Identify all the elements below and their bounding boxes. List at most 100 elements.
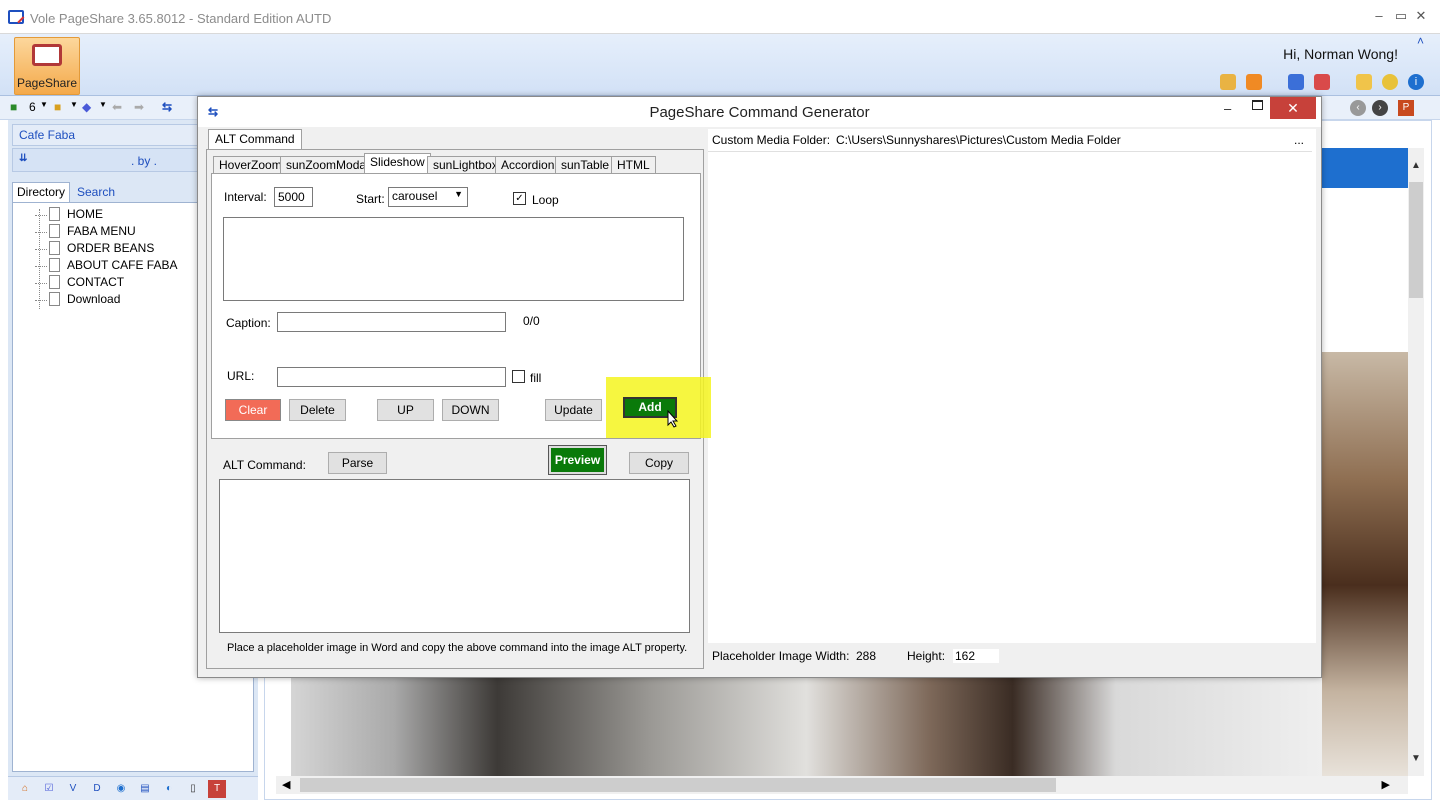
caption-input[interactable] bbox=[277, 312, 506, 332]
tab-search[interactable]: Search bbox=[72, 182, 121, 202]
expand-chevron-icon[interactable]: ⇊ bbox=[19, 153, 27, 164]
chevron-down-icon[interactable]: ▼ bbox=[70, 100, 78, 109]
bottom-toolbar: ⌂ ☑ V D ◉ ▤ ◐ ▯ T bbox=[8, 776, 258, 800]
highway-icon[interactable] bbox=[1288, 74, 1304, 90]
copy-button[interactable]: Copy bbox=[629, 452, 689, 474]
height-label: Height: bbox=[907, 649, 946, 663]
next-page-icon[interactable]: › bbox=[1372, 100, 1388, 116]
clipboard-icon[interactable]: ▤ bbox=[136, 780, 154, 798]
browse-folder-button[interactable]: ... bbox=[1294, 133, 1304, 147]
fill-checkbox[interactable] bbox=[512, 370, 525, 383]
tab-directory[interactable]: Directory bbox=[12, 182, 71, 202]
media-gallery[interactable] bbox=[708, 151, 1312, 641]
placeholder-width-label: Placeholder Image Width: bbox=[712, 649, 850, 663]
pageshare-ribbon-button[interactable]: PageShare bbox=[14, 37, 80, 95]
tree-item-contact[interactable]: CONTACT bbox=[35, 275, 124, 291]
alt-command-output[interactable] bbox=[219, 479, 690, 633]
powerpoint-icon[interactable]: P bbox=[1398, 100, 1414, 116]
scroll-right-icon[interactable]: ▶ bbox=[1382, 778, 1390, 791]
parse-button[interactable]: Parse bbox=[328, 452, 387, 474]
tab-hoverzoom[interactable]: HoverZoom bbox=[213, 156, 288, 174]
tab-sunlightbox[interactable]: sunLightbox bbox=[427, 156, 504, 174]
tab-accordion[interactable]: Accordion bbox=[495, 156, 561, 174]
close-button[interactable]: ✕ bbox=[1412, 8, 1430, 24]
tab-html[interactable]: HTML bbox=[611, 156, 656, 174]
maximize-button[interactable]: ▭ bbox=[1392, 8, 1410, 24]
tools-icon[interactable] bbox=[1246, 74, 1262, 90]
back-arrow-icon[interactable]: ⬅ bbox=[112, 100, 122, 114]
slides-list[interactable] bbox=[223, 217, 684, 301]
pageshare-label: PageShare bbox=[16, 76, 78, 90]
sites-icon[interactable]: ■ bbox=[10, 100, 17, 114]
command-generator-dialog: ⇆ PageShare Command Generator – ✕ ALT Co… bbox=[197, 96, 1322, 678]
checklist-icon[interactable]: ☑ bbox=[40, 780, 58, 798]
dialog-titlebar: ⇆ PageShare Command Generator – ✕ bbox=[198, 97, 1321, 127]
tree-item-faba-menu[interactable]: FABA MENU bbox=[35, 224, 136, 240]
save-icon[interactable]: ■ bbox=[54, 100, 61, 114]
prev-page-icon[interactable]: ‹ bbox=[1350, 100, 1366, 116]
vertical-scrollbar[interactable]: ▲ ▼ bbox=[1408, 148, 1424, 776]
url-input[interactable] bbox=[277, 367, 506, 387]
forward-arrow-icon[interactable]: ➡ bbox=[134, 100, 144, 114]
sync-icon[interactable]: ◐ bbox=[160, 780, 178, 798]
tree-item-download[interactable]: Download bbox=[35, 292, 120, 308]
eye-icon[interactable]: ◉ bbox=[112, 780, 130, 798]
clear-button[interactable]: Clear bbox=[225, 399, 281, 421]
user-greeting: Hi, Norman Wong! bbox=[1283, 46, 1398, 62]
page-icon bbox=[49, 207, 60, 221]
delete-button[interactable]: Delete bbox=[289, 399, 346, 421]
pageshare-icon bbox=[32, 44, 62, 66]
vmc-icon[interactable]: V bbox=[64, 780, 82, 798]
dialog-close-button[interactable]: ✕ bbox=[1270, 97, 1316, 119]
dialog-maximize-button[interactable] bbox=[1252, 100, 1263, 110]
chevron-down-icon[interactable]: ▼ bbox=[99, 100, 107, 109]
update-button[interactable]: Update bbox=[545, 399, 602, 421]
interval-input[interactable]: 5000 bbox=[274, 187, 313, 207]
app-title: Vole PageShare 3.65.8012 - Standard Edit… bbox=[30, 11, 332, 26]
page-icon bbox=[49, 241, 60, 255]
chevron-down-icon[interactable]: ▼ bbox=[40, 100, 48, 109]
start-select[interactable]: carousel ▼ bbox=[388, 187, 468, 207]
placeholder-height-value[interactable]: 162 bbox=[953, 649, 999, 663]
file-icon[interactable]: ▯ bbox=[184, 780, 202, 798]
tab-sunzoommodal[interactable]: sunZoomModal bbox=[280, 156, 375, 174]
scroll-down-icon[interactable]: ▼ bbox=[1411, 753, 1421, 764]
scroll-thumb[interactable] bbox=[300, 778, 1056, 792]
link-icon[interactable]: ⇆ bbox=[162, 100, 172, 114]
text-icon[interactable]: T bbox=[208, 780, 226, 798]
alt-command-label: ALT Command: bbox=[223, 458, 306, 472]
tree-item-order-beans[interactable]: ORDER BEANS bbox=[35, 241, 154, 257]
loop-checkbox[interactable]: ✓ bbox=[513, 192, 526, 205]
loop-label: Loop bbox=[532, 193, 559, 207]
tab-alt-command[interactable]: ALT Command bbox=[208, 129, 302, 149]
down-button[interactable]: DOWN bbox=[442, 399, 499, 421]
timer-icon[interactable] bbox=[1382, 74, 1398, 90]
home-icon[interactable]: ⌂ bbox=[16, 780, 34, 798]
dialog-minimize-button[interactable]: – bbox=[1224, 101, 1231, 116]
key-icon[interactable] bbox=[1356, 74, 1372, 90]
minimize-button[interactable]: – bbox=[1370, 8, 1388, 23]
scroll-thumb[interactable] bbox=[1409, 182, 1423, 298]
tab-slideshow[interactable]: Slideshow bbox=[364, 153, 431, 174]
page-icon bbox=[49, 275, 60, 289]
chevron-down-icon: ▼ bbox=[454, 189, 463, 199]
hint-text: Place a placeholder image in Word and co… bbox=[227, 642, 688, 654]
layers-icon[interactable]: ◆ bbox=[82, 100, 91, 114]
scroll-left-icon[interactable]: ◀ bbox=[282, 778, 290, 791]
doc-icon[interactable]: D bbox=[88, 780, 106, 798]
translate-icon[interactable] bbox=[1314, 74, 1330, 90]
paint-icon[interactable] bbox=[1220, 74, 1236, 90]
site-count[interactable]: 6 bbox=[29, 100, 36, 114]
placeholder-width-value[interactable]: 288 bbox=[856, 649, 876, 663]
media-pane: Custom Media Folder: C:\Users\Sunnyshare… bbox=[708, 129, 1316, 669]
tree-item-about-cafe-faba[interactable]: ABOUT CAFE FABA bbox=[35, 258, 177, 274]
tab-suntable[interactable]: sunTable bbox=[555, 156, 616, 174]
by-text: . by . bbox=[131, 154, 158, 168]
horizontal-scrollbar[interactable]: ◀ ▶ bbox=[276, 776, 1408, 794]
up-button[interactable]: UP bbox=[377, 399, 434, 421]
info-icon[interactable]: i bbox=[1408, 74, 1424, 90]
preview-button[interactable]: Preview bbox=[548, 445, 607, 475]
tree-item-home[interactable]: HOME bbox=[35, 207, 103, 223]
collapse-ribbon-icon[interactable]: ˄ bbox=[1417, 34, 1424, 48]
scroll-up-icon[interactable]: ▲ bbox=[1411, 160, 1421, 171]
